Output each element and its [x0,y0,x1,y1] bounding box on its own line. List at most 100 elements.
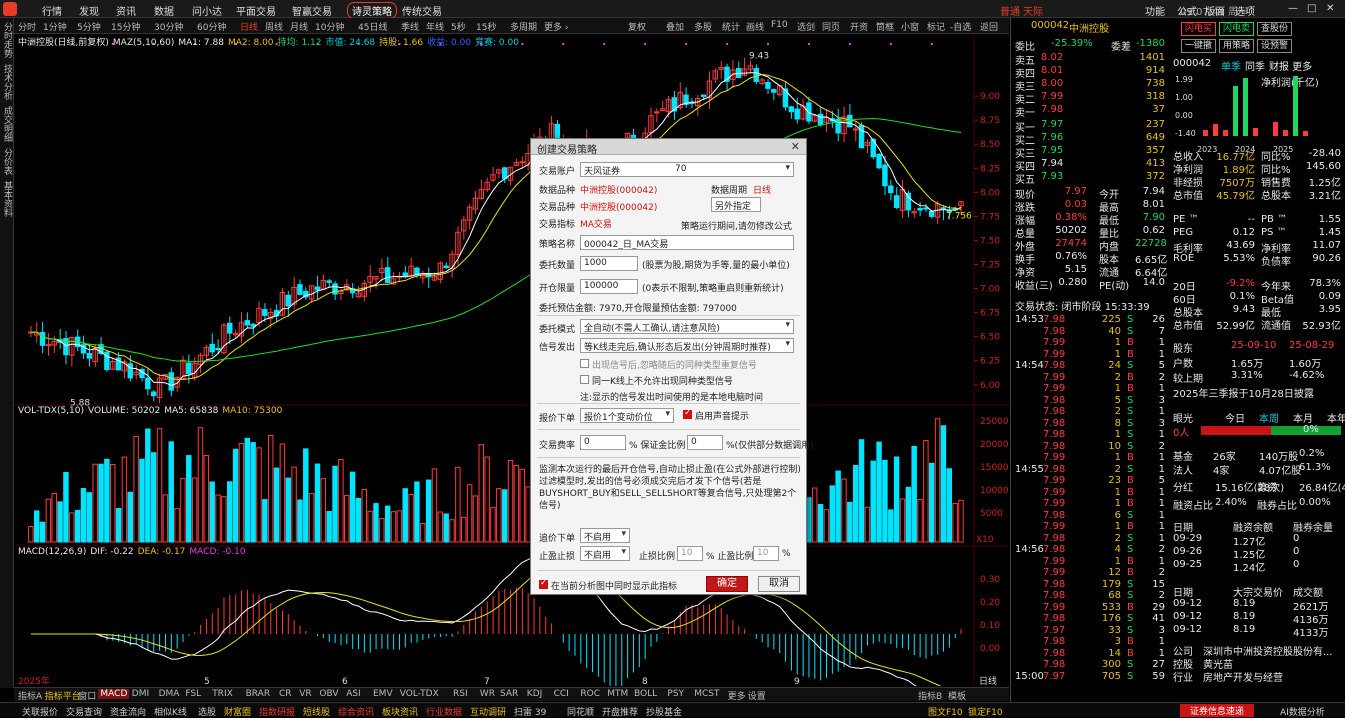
tool-button[interactable]: 筒框 [876,20,894,33]
tool-button[interactable]: 返回 [980,20,998,33]
indicator-tab[interactable]: OBV [319,689,338,699]
menu-right-item[interactable]: 功能 [1145,3,1165,18]
indicator-tab[interactable]: VOL-TDX [400,689,439,699]
footer-item[interactable]: 关联报价 [22,705,58,718]
footer-item[interactable]: 资金流向 [110,705,146,718]
tool-button[interactable]: 叠加 [666,20,684,33]
order-mode-select[interactable]: 全自动(不需人工确认,请注意风险) [580,319,794,334]
footer-item[interactable]: 短线股 [303,705,330,718]
show-indicator-checkbox[interactable] [539,578,548,589]
ai-analysis-button[interactable]: AI数据分析 [1280,705,1325,718]
footer-right-item[interactable]: 锁定F10 [968,705,1003,718]
left-tab[interactable]: 基本资料 [1,181,13,217]
period-tab[interactable]: 多周期 [510,20,537,33]
period-tab[interactable]: 1分钟 [43,20,67,33]
period-tab[interactable]: 分时 [18,20,36,33]
menu-item[interactable]: 平面交易 [236,3,276,18]
period-tab[interactable]: 15分钟 [111,20,140,33]
footer-item[interactable]: 行业数据 [426,705,462,718]
period-tab[interactable]: 年线 [426,20,444,33]
footer-item[interactable]: 选股 [198,705,216,718]
quick-button[interactable]: 闪电卖 [1219,22,1255,36]
tool-button[interactable]: 画线 [746,20,764,33]
indicator-tab[interactable]: VR [299,689,311,699]
footer-item[interactable]: 互动调研 [470,705,506,718]
indicator-tab[interactable]: BOLL [634,689,657,699]
strategy-name-input[interactable]: 000042_日_MA交易 [580,235,794,250]
tool-button[interactable]: 小窗 [901,20,919,33]
left-tab[interactable]: 技术分析 [1,64,13,100]
period-tab[interactable]: 5分钟 [77,20,101,33]
left-tab[interactable]: 成交明细 [1,106,13,142]
indicator-tab[interactable]: ASI [346,689,361,699]
footer-item[interactable]: 开盘推荐 [602,705,638,718]
indicator-tab[interactable]: ROC [580,689,600,699]
indicator-tab[interactable]: CR [279,689,292,699]
close-icon[interactable]: ✕ [1326,3,1334,14]
flow-tab[interactable]: 本年 [1327,410,1345,425]
tool-button[interactable]: 标记 [927,20,945,33]
footer-item[interactable]: 交易查询 [66,705,102,718]
tool-button[interactable]: 复权 [628,20,646,33]
indicator-tab[interactable]: DMI [132,689,149,699]
footer-right-item[interactable]: 图文F10 [928,705,963,718]
quick-button[interactable]: 设预警 [1257,39,1293,53]
indicator-tab[interactable]: 更多 [728,689,746,702]
period-tab[interactable]: 季线 [401,20,419,33]
signal-select[interactable]: 等K线走完后,确认形态后发出(分钟周期时推荐) [580,338,794,353]
indicator-tab[interactable]: DMA [159,689,180,699]
period-tab[interactable]: 45日线 [358,20,387,33]
footer-item[interactable]: 抄股基金 [646,705,682,718]
footer-item[interactable]: 指数研报 [259,705,295,718]
account-select[interactable]: 天风证券 70 [580,162,794,177]
tool-button[interactable]: -自选 [950,20,971,33]
indicator-tab[interactable]: SAR [500,689,518,699]
period-tab[interactable]: 60分钟 [197,20,226,33]
same-bar-checkbox[interactable] [580,375,589,384]
ok-button[interactable]: 确定 [706,576,748,592]
minimize-icon[interactable]: — [1288,3,1298,14]
menu-item[interactable]: 数据 [154,3,174,18]
tool-button[interactable]: 开资 [850,20,868,33]
indicator-tab[interactable]: RSI [453,689,468,699]
info-express-button[interactable]: 证券信息速递 [1180,704,1255,717]
close-icon[interactable]: ✕ [791,140,800,153]
period-tab[interactable]: 5秒 [451,20,466,33]
quick-button[interactable]: 用策略 [1219,39,1255,53]
price-order-select[interactable]: 报价1个变动价位 [580,408,674,423]
period-tab[interactable]: 更多 › [544,20,568,33]
menu-item[interactable]: 发现 [79,3,99,18]
indicator-tab[interactable]: WR [480,689,495,699]
indicator-right-tab[interactable]: 模板 [948,689,966,702]
period-tab[interactable]: 15秒 [476,20,496,33]
stop-select[interactable]: 不启用 [580,546,630,561]
ignore-repeat-checkbox[interactable] [580,359,589,368]
quick-button[interactable]: 一键撤 [1181,39,1217,53]
fin-tab[interactable]: 单季 [1221,58,1241,73]
menu-item[interactable]: 诗灵策略 [347,2,397,19]
flow-tab[interactable]: 眼光 [1173,410,1193,425]
kline-chart-area[interactable]: 9.00 8.75 8.50 8.25 8.00 7.75 7.50 7.25 7.00 6.75… [14,34,1009,686]
indicator-tab[interactable]: KDJ [527,689,543,699]
indicator-tab[interactable]: TRIX [212,689,233,699]
menu-right-item[interactable]: 公式 [1177,3,1197,18]
period-tab[interactable]: 日线 [240,20,258,33]
tool-button[interactable]: 多股 [694,20,712,33]
indicator-tab[interactable]: FSL [185,689,201,699]
quick-button[interactable]: 闪电买 [1181,22,1217,36]
kline-chart-svg[interactable]: 9.00 8.75 8.50 8.25 8.00 7.75 7.50 7.25 7.00 6.75… [14,34,1009,686]
indicator-tab[interactable]: MACD [98,689,130,699]
left-tab[interactable]: 分价表 [1,148,13,175]
fin-tab[interactable]: 财报 更多 [1269,58,1312,73]
flow-tab[interactable]: 本月 [1293,410,1313,425]
period-tab[interactable]: 10分钟 [315,20,344,33]
take-profit-input[interactable]: 10 [753,546,779,561]
period-tab[interactable]: 月线 [290,20,308,33]
menu-item[interactable]: 资讯 [116,3,136,18]
indicator-tab[interactable]: BRAR [246,689,270,699]
indicator-tab[interactable]: EMV [373,689,393,699]
flow-tab[interactable]: 本周 [1259,410,1279,425]
indicator-tab[interactable]: 指标平台 [45,689,81,702]
quantity-input[interactable]: 1000 [580,256,638,271]
user-status[interactable]: 普通 天际 [1000,3,1043,18]
